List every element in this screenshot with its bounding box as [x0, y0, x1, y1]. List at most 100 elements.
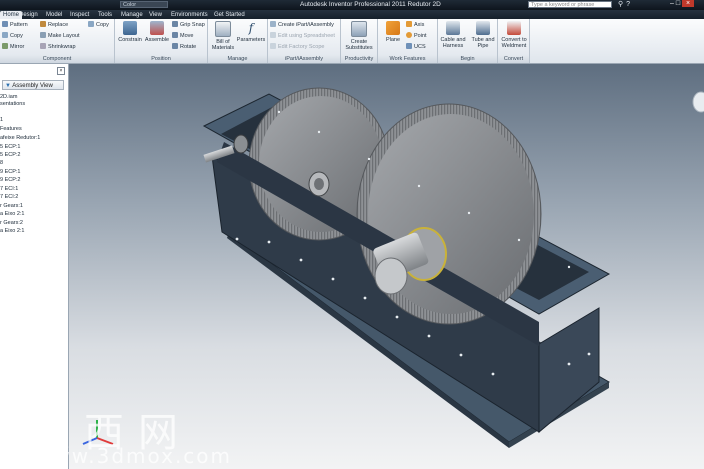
plane-button[interactable]: Plane: [378, 21, 408, 53]
close-icon[interactable]: ×: [57, 67, 65, 75]
tree-item[interactable]: r Gears:1: [0, 203, 23, 209]
tree-item[interactable]: a Eixo 2:1: [0, 211, 24, 217]
panel-begin: Cable and Harness Tube and Pipe Begin: [438, 19, 498, 63]
tree-item[interactable]: 2D.iam: [0, 94, 17, 100]
axis-button[interactable]: Axis: [406, 21, 424, 29]
tree-item[interactable]: 5 ECP:1: [0, 144, 20, 150]
edit-factory-scope-button[interactable]: Edit Factory Scope: [270, 43, 324, 51]
rotate-icon: [172, 43, 178, 49]
tab-design[interactable]: Design: [16, 11, 41, 19]
assemble-icon: [150, 21, 164, 35]
point-icon: [406, 32, 412, 38]
copy-button[interactable]: Copy: [2, 32, 23, 40]
axis-icon: [406, 21, 412, 27]
spreadsheet-icon: [270, 32, 276, 38]
panel-productivity: Create Substitutes Productivity: [341, 19, 378, 63]
create-ipart-button[interactable]: Create iPart/iAssembly: [270, 21, 334, 29]
replace-button[interactable]: Replace: [40, 21, 68, 29]
tab-tools[interactable]: Tools: [95, 11, 115, 19]
copy-top-icon: [88, 21, 94, 27]
title-toolbar: ⚲?: [618, 0, 633, 8]
bearing-left: [233, 134, 249, 154]
constrain-button[interactable]: Constrain: [115, 21, 145, 53]
convert-weldment-button[interactable]: Convert to Weldment: [499, 21, 529, 53]
tree-item[interactable]: 9 ECP:1: [0, 169, 20, 175]
output-shaft-end: [374, 257, 408, 295]
shrinkwrap-icon: [40, 43, 46, 49]
copy-top-button[interactable]: Copy: [88, 21, 109, 29]
tree-item[interactable]: a Eixo 2:1: [0, 228, 24, 234]
panel-title-work-features: Work Features: [378, 55, 437, 63]
copy-icon: [2, 32, 8, 38]
ucs-button[interactable]: UCS: [406, 43, 426, 51]
mirror-button[interactable]: Mirror: [2, 43, 24, 51]
search-icon[interactable]: ⚲: [618, 1, 626, 8]
panel-title-productivity: Productivity: [341, 55, 377, 63]
grip-snap-button[interactable]: Grip Snap: [172, 21, 205, 29]
title-bar: Color Autodesk Inventor Professional 201…: [0, 0, 704, 10]
tube-pipe-button[interactable]: Tube and Pipe: [468, 21, 498, 53]
tree-item[interactable]: afeixe Redutor:1: [0, 135, 40, 141]
ipart-icon: [270, 21, 276, 27]
tree-item[interactable]: 7 ECI:2: [0, 194, 18, 200]
close-icon[interactable]: ×: [682, 0, 695, 7]
cable-harness-button[interactable]: Cable and Harness: [438, 21, 468, 53]
make-layout-button[interactable]: Make Layout: [40, 32, 80, 40]
edit-spreadsheet-button[interactable]: Edit using Spreadsheet: [270, 32, 335, 40]
panel-ipart: Create iPart/iAssembly Edit using Spread…: [268, 19, 341, 63]
tab-get-started[interactable]: Get Started: [211, 11, 248, 19]
make-layout-icon: [40, 32, 46, 38]
tab-inspect[interactable]: Inspect: [67, 11, 92, 19]
parameters-button[interactable]: f Parameters: [236, 21, 266, 53]
substitutes-icon: [351, 21, 367, 37]
shrinkwrap-button[interactable]: Shrinkwrap: [40, 43, 76, 51]
browser-header: ×: [0, 67, 68, 75]
viewcube-icon[interactable]: [692, 91, 704, 113]
panel-title-convert: Convert: [498, 55, 529, 63]
point-button[interactable]: Point: [406, 32, 427, 40]
panel-title-begin: Begin: [438, 55, 497, 63]
panel-component: Pattern Copy Mirror Replace Make Layout …: [0, 19, 115, 63]
tree-item[interactable]: Features: [0, 126, 22, 132]
pattern-icon: [2, 21, 8, 27]
cable-harness-icon: [446, 21, 460, 35]
plane-icon: [386, 21, 400, 35]
ucs-icon: [406, 43, 412, 49]
quick-access-color-dropdown[interactable]: Color: [120, 1, 168, 8]
watermark-url: www.3dmox.com: [35, 444, 233, 468]
constrain-icon: [123, 21, 137, 35]
housing-side[interactable]: [538, 307, 600, 434]
tab-environments[interactable]: Environments: [168, 11, 211, 19]
tab-view[interactable]: View: [146, 11, 165, 19]
tree-item[interactable]: 7 ECI:1: [0, 186, 18, 192]
assembly-view-selector[interactable]: ▼ Assembly View: [2, 80, 64, 90]
rotate-button[interactable]: Rotate: [172, 43, 196, 51]
ribbon-tab-bar: Home Design Model Inspect Tools Manage V…: [0, 10, 704, 19]
tree-item[interactable]: 9 ECP:2: [0, 177, 20, 183]
pattern-button[interactable]: Pattern: [2, 21, 28, 29]
bearing-middle-hub: [314, 178, 324, 190]
tree-item[interactable]: sentations: [0, 101, 25, 107]
move-icon: [172, 32, 178, 38]
bill-of-materials-button[interactable]: Bill of Materials: [208, 21, 238, 53]
panel-manage: Bill of Materials f Parameters Manage: [208, 19, 268, 63]
help-icon[interactable]: ?: [626, 1, 633, 8]
panel-title-manage: Manage: [208, 55, 267, 63]
panel-work-features: Plane Axis Point UCS Work Features: [378, 19, 438, 63]
tree-item[interactable]: 5 ECP:2: [0, 152, 20, 158]
assemble-button[interactable]: Assemble: [142, 21, 172, 53]
weldment-icon: [507, 21, 521, 35]
parameters-icon: f: [248, 21, 254, 35]
move-button[interactable]: Move: [172, 32, 193, 40]
tab-model[interactable]: Model: [43, 11, 65, 19]
create-substitutes-button[interactable]: Create Substitutes: [344, 21, 374, 53]
maximize-icon[interactable]: □: [676, 0, 680, 7]
tree-item[interactable]: 1: [0, 117, 3, 123]
replace-icon: [40, 21, 46, 27]
tree-item[interactable]: r Gears:2: [0, 220, 23, 226]
window-title: Autodesk Inventor Professional 2011 Redu…: [300, 1, 441, 8]
search-input[interactable]: Type a keyword or phrase: [528, 1, 612, 8]
tree-item[interactable]: 8: [0, 160, 3, 166]
tab-manage[interactable]: Manage: [118, 11, 146, 19]
minimize-icon[interactable]: –: [670, 0, 674, 7]
